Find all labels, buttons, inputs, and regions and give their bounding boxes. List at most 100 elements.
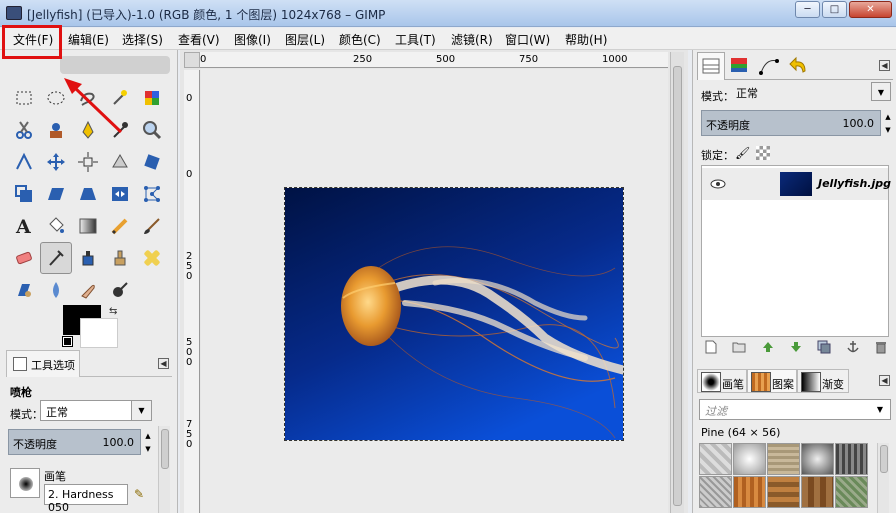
- scissors-icon[interactable]: [8, 114, 40, 146]
- brush-name-field[interactable]: 2. Hardness 050: [44, 484, 128, 513]
- perspective-clone-icon[interactable]: [8, 274, 40, 306]
- panel-menu-button[interactable]: ◀: [158, 358, 169, 369]
- anchor-layer-icon[interactable]: [845, 339, 861, 355]
- pattern-swatch[interactable]: [767, 443, 800, 475]
- paths-icon[interactable]: [72, 114, 104, 146]
- airbrush-icon[interactable]: [40, 242, 72, 274]
- pattern-swatch[interactable]: [767, 476, 800, 508]
- panel-menu-button[interactable]: ◀: [879, 60, 890, 71]
- maximize-button[interactable]: □: [822, 1, 847, 18]
- menu-edit[interactable]: 编辑(E): [68, 31, 109, 48]
- scrollbar-thumb[interactable]: [880, 445, 888, 473]
- paintbrush-icon[interactable]: [136, 210, 168, 242]
- eraser-icon[interactable]: [8, 242, 40, 274]
- lower-layer-icon[interactable]: [788, 339, 804, 355]
- ink-icon[interactable]: [72, 242, 104, 274]
- layer-opacity-slider[interactable]: 不透明度 100.0 ▲ ▼: [701, 110, 891, 136]
- menu-tools[interactable]: 工具(T): [395, 31, 436, 48]
- blend-icon[interactable]: [72, 210, 104, 242]
- patterns-scrollbar[interactable]: [877, 443, 889, 513]
- foreground-select-icon[interactable]: [40, 114, 72, 146]
- scrollbar-thumb[interactable]: [673, 66, 682, 506]
- heal-icon[interactable]: [136, 242, 168, 274]
- fuzzy-select-icon[interactable]: [104, 82, 136, 114]
- brush-preview[interactable]: [10, 468, 40, 498]
- pattern-swatch[interactable]: [733, 443, 766, 475]
- new-layer-icon[interactable]: [703, 339, 719, 355]
- tab-channels[interactable]: [725, 52, 753, 80]
- ellipse-select-icon[interactable]: [40, 82, 72, 114]
- raise-layer-icon[interactable]: [760, 339, 776, 355]
- rect-select-icon[interactable]: [8, 82, 40, 114]
- menu-help[interactable]: 帮助(H): [565, 31, 607, 48]
- minimize-button[interactable]: ─: [795, 1, 820, 18]
- layer-opacity-spinner[interactable]: ▲ ▼: [882, 111, 894, 137]
- clone-icon[interactable]: [104, 242, 136, 274]
- panel-menu-button[interactable]: ◀: [879, 375, 890, 386]
- background-color-swatch[interactable]: [80, 318, 118, 348]
- opacity-spinner[interactable]: ▲ ▼: [142, 430, 154, 456]
- layer-mode-select[interactable]: 正常 ▼: [731, 82, 891, 103]
- tab-brushes[interactable]: 画笔: [697, 369, 747, 393]
- perspective-icon[interactable]: [72, 178, 104, 210]
- rotate-icon[interactable]: [136, 146, 168, 178]
- scale-icon[interactable]: [8, 178, 40, 210]
- color-select-icon[interactable]: [136, 82, 168, 114]
- tab-layers[interactable]: [697, 52, 725, 80]
- tool-options-scrollbar[interactable]: [158, 426, 170, 513]
- pattern-swatch[interactable]: [835, 443, 868, 475]
- pattern-filter-input[interactable]: 过滤 ▼: [699, 399, 891, 420]
- opacity-slider[interactable]: 不透明度 100.0 ▲ ▼: [8, 429, 151, 455]
- tab-patterns[interactable]: 图案: [747, 369, 797, 393]
- pattern-swatch[interactable]: [801, 443, 834, 475]
- canvas-vertical-scrollbar[interactable]: [670, 52, 684, 513]
- pattern-swatch[interactable]: [835, 476, 868, 508]
- smudge-icon[interactable]: [72, 274, 104, 306]
- menu-colors[interactable]: 颜色(C): [339, 31, 381, 48]
- align-icon[interactable]: [72, 146, 104, 178]
- eye-icon[interactable]: [710, 178, 726, 192]
- blur-icon[interactable]: [40, 274, 72, 306]
- menu-image[interactable]: 图像(I): [234, 31, 271, 48]
- layer-row[interactable]: Jellyfish.jpg: [702, 168, 891, 200]
- close-button[interactable]: ✕: [849, 1, 892, 18]
- swap-colors-icon[interactable]: ⇆: [109, 306, 117, 317]
- default-colors-icon[interactable]: [62, 336, 73, 347]
- zoom-icon[interactable]: [136, 114, 168, 146]
- menu-select[interactable]: 选择(S): [122, 31, 163, 48]
- edit-brush-icon[interactable]: ✎: [134, 487, 144, 501]
- pencil-icon[interactable]: [104, 210, 136, 242]
- duplicate-layer-icon[interactable]: [816, 339, 832, 355]
- mode-select[interactable]: 正常 ▼: [40, 400, 152, 421]
- jellyfish-image[interactable]: [284, 187, 624, 441]
- lock-pixels-icon[interactable]: 🖌: [735, 146, 750, 160]
- move-icon[interactable]: [40, 146, 72, 178]
- pattern-swatch[interactable]: [699, 443, 732, 475]
- canvas[interactable]: [201, 69, 668, 513]
- tab-undo-history[interactable]: [785, 52, 813, 80]
- new-layer-group-icon[interactable]: [731, 339, 747, 355]
- delete-layer-icon[interactable]: [873, 339, 889, 355]
- menu-view[interactable]: 查看(V): [178, 31, 220, 48]
- dodge-burn-icon[interactable]: [104, 274, 136, 306]
- pattern-swatch[interactable]: [699, 476, 732, 508]
- color-picker-icon[interactable]: [104, 114, 136, 146]
- pattern-swatch[interactable]: [733, 476, 766, 508]
- tab-tool-options[interactable]: 工具选项: [6, 350, 80, 377]
- cage-icon[interactable]: [136, 178, 168, 210]
- menu-windows[interactable]: 窗口(W): [505, 31, 550, 48]
- text-icon[interactable]: A: [8, 210, 40, 242]
- lock-alpha-icon[interactable]: [756, 146, 770, 160]
- menu-filters[interactable]: 滤镜(R): [451, 31, 493, 48]
- shear-icon[interactable]: [40, 178, 72, 210]
- flip-icon[interactable]: [104, 178, 136, 210]
- tab-gradients[interactable]: 渐变: [797, 369, 849, 393]
- crop-icon[interactable]: [104, 146, 136, 178]
- tab-paths[interactable]: [755, 52, 783, 80]
- free-select-icon[interactable]: [72, 82, 104, 114]
- scrollbar-thumb[interactable]: [161, 429, 169, 469]
- pattern-swatch[interactable]: [801, 476, 834, 508]
- measure-icon[interactable]: [8, 146, 40, 178]
- menu-layer[interactable]: 图层(L): [285, 31, 325, 48]
- quick-mask-toggle[interactable]: [184, 52, 200, 68]
